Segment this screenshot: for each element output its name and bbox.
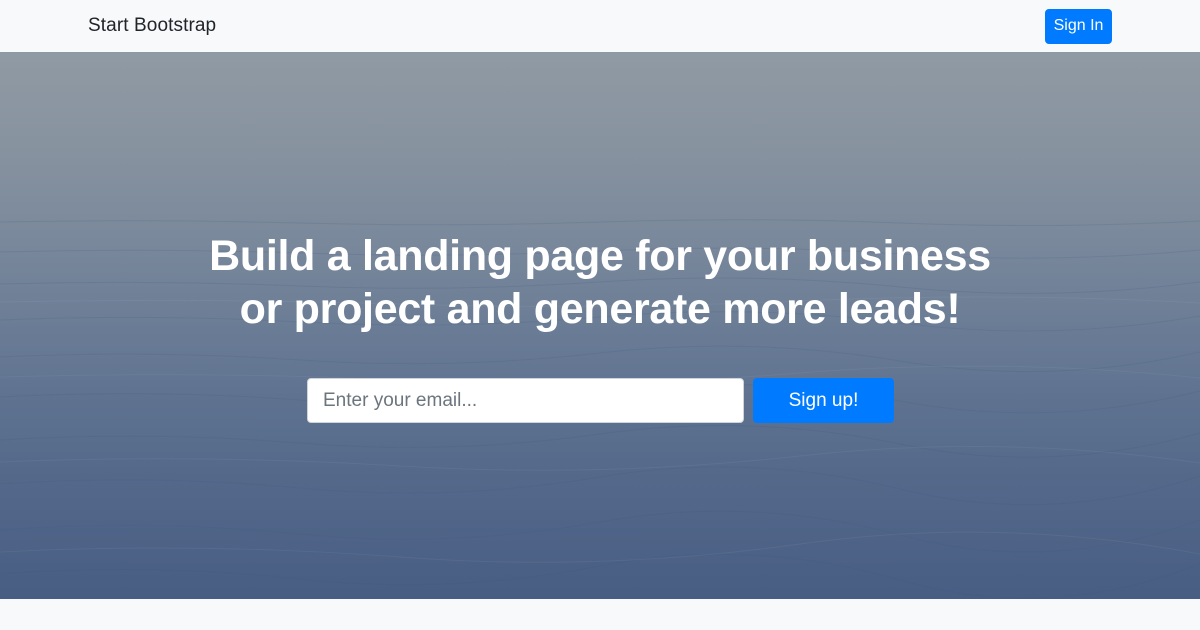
sign-in-button[interactable]: Sign In xyxy=(1045,8,1112,44)
email-input[interactable] xyxy=(307,378,744,423)
page-section-below-hero xyxy=(0,599,1200,630)
hero-section: Build a landing page for your business or… xyxy=(0,52,1200,599)
navbar: Start Bootstrap Sign In xyxy=(0,0,1200,52)
sign-up-button[interactable]: Sign up! xyxy=(753,378,894,423)
headline-line-2: or project and generate more leads! xyxy=(239,285,961,333)
headline-line-1: Build a landing page for your business xyxy=(209,232,991,280)
hero-headline: Build a landing page for your business or… xyxy=(150,230,1050,336)
brand-link[interactable]: Start Bootstrap xyxy=(88,15,216,37)
hero-content: Build a landing page for your business or… xyxy=(0,52,1200,599)
